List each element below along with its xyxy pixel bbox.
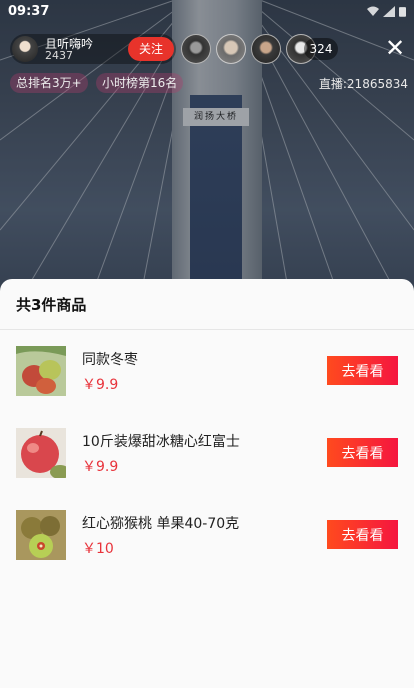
viewer-avatar[interactable] bbox=[216, 34, 246, 64]
product-item[interactable]: 红心猕猴桃 单果40-70克 ￥10 去看看 bbox=[0, 507, 414, 571]
battery-icon bbox=[399, 7, 406, 17]
sheet-title: 共3件商品 bbox=[16, 296, 87, 314]
viewer-avatar[interactable] bbox=[251, 34, 281, 64]
anchor-fan-count: 2437 bbox=[45, 49, 73, 62]
product-item[interactable]: 同款冬枣 ￥9.9 去看看 bbox=[0, 343, 414, 407]
product-price: ￥9.9 bbox=[82, 459, 119, 475]
product-name: 10斤装爆甜冰糖心红富士 bbox=[82, 434, 240, 450]
viewer-avatar[interactable] bbox=[181, 34, 211, 64]
product-image-kiwi[interactable] bbox=[16, 510, 66, 560]
anchor-avatar[interactable] bbox=[12, 36, 38, 62]
divider bbox=[0, 329, 414, 330]
total-rank-tag[interactable]: 总排名3万+ bbox=[10, 73, 88, 93]
close-icon[interactable]: ✕ bbox=[383, 37, 407, 61]
room-id: 直播:21865834 bbox=[318, 77, 408, 91]
product-price: ￥10 bbox=[82, 541, 114, 557]
wifi-icon bbox=[367, 6, 379, 16]
product-name: 红心猕猴桃 单果40-70克 bbox=[82, 516, 240, 532]
product-name: 同款冬枣 bbox=[82, 352, 138, 368]
product-price: ￥9.9 bbox=[82, 377, 119, 393]
product-image-apple[interactable] bbox=[16, 428, 66, 478]
follow-button[interactable]: 关注 bbox=[128, 37, 174, 61]
product-sheet: 共3件商品 同款冬枣 ￥9.9 去看看 10斤装爆甜冰糖心红富士 ￥9.9 去看… bbox=[0, 279, 414, 688]
product-image-jujube[interactable] bbox=[16, 346, 66, 396]
status-bar: 09:37 bbox=[0, 0, 414, 24]
system-icons bbox=[367, 6, 406, 17]
viewer-count[interactable]: 324 bbox=[304, 38, 338, 60]
hourly-rank-tag[interactable]: 小时榜第16名 bbox=[96, 73, 184, 93]
product-item[interactable]: 10斤装爆甜冰糖心红富士 ￥9.9 去看看 bbox=[0, 425, 414, 489]
view-product-button[interactable]: 去看看 bbox=[327, 520, 398, 549]
signal-icon bbox=[383, 6, 395, 17]
status-time: 09:37 bbox=[8, 4, 50, 19]
view-product-button[interactable]: 去看看 bbox=[327, 438, 398, 467]
view-product-button[interactable]: 去看看 bbox=[327, 356, 398, 385]
